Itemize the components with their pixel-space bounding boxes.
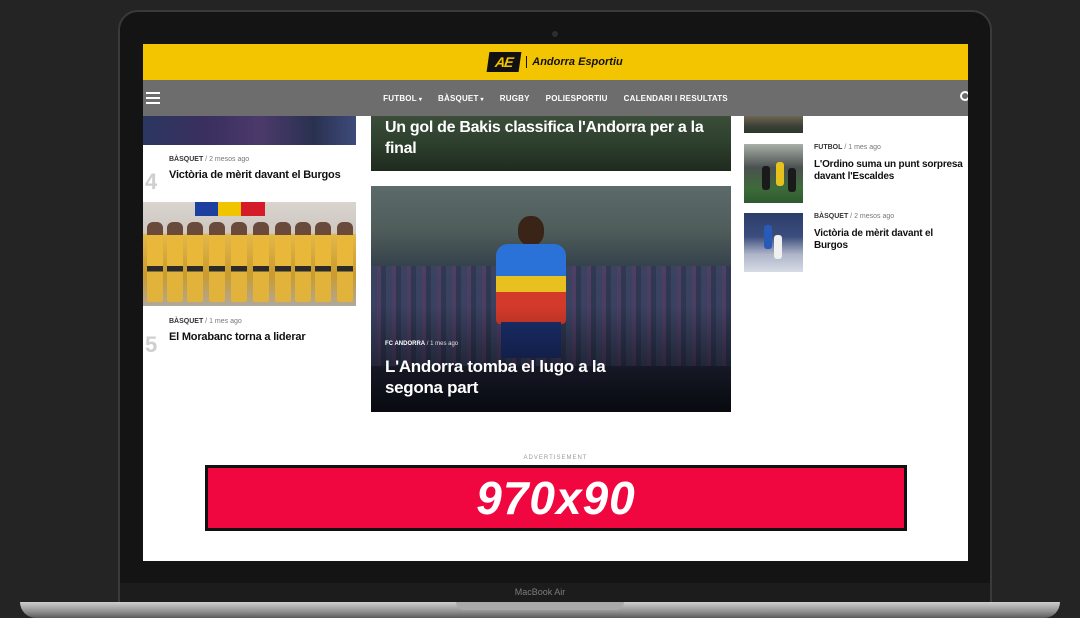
article-category: BÀSQUET: [814, 213, 849, 220]
site-header: AE Andorra Esportiu: [143, 44, 968, 80]
nav-item-poliesportiu[interactable]: POLIESPORTIU: [546, 94, 608, 103]
camera-icon: [552, 31, 558, 37]
article-time: 1 mes ago: [209, 318, 242, 325]
advertisement-label: ADVERTISEMENT: [523, 455, 588, 461]
andorra-flag: [195, 202, 265, 216]
article-meta: BÀSQUET / 1 mes ago: [169, 318, 242, 325]
article-meta: BÀSQUET / 2 mesos ago: [814, 213, 895, 220]
nav-item-rugby[interactable]: RUGBY: [500, 94, 530, 103]
article-category: FC ANDORRA: [385, 341, 426, 347]
featured-article[interactable]: FC ANDORRA / 1 mes ago L'Andorra tomba e…: [371, 186, 731, 412]
nav-item-calendari[interactable]: CALENDARI I RESULTATS: [624, 94, 728, 103]
article-category: BÀSQUET: [169, 318, 204, 325]
chevron-down-icon: ▾: [480, 96, 484, 103]
list-number: 5: [145, 332, 158, 357]
article-thumbnail[interactable]: [744, 213, 803, 272]
article-thumbnail[interactable]: [143, 202, 356, 306]
article-time: 1 mes ago: [848, 144, 881, 151]
search-icon[interactable]: [960, 91, 968, 101]
article-thumbnail[interactable]: [744, 116, 803, 133]
article-time: 2 mesos ago: [854, 213, 895, 220]
browser-screen: AE Andorra Esportiu FUTBOL ▾ BÀSQUET ▾ RUG…: [143, 44, 968, 561]
nav-item-futbol[interactable]: FUTBOL ▾: [383, 94, 422, 103]
article-meta: BÀSQUET / 2 mesos ago: [169, 156, 250, 163]
laptop-notch: [456, 602, 624, 610]
article-time: 1 mes ago: [430, 341, 459, 347]
article-thumbnail[interactable]: [744, 144, 803, 203]
logo-mark: AE: [486, 52, 522, 72]
article-category: BÀSQUET: [169, 156, 204, 163]
article-meta: FUTBOL / 1 mes ago: [814, 144, 881, 151]
advertisement-banner[interactable]: 970x90: [205, 465, 907, 531]
site-logo[interactable]: AE Andorra Esportiu: [486, 52, 623, 72]
article-title[interactable]: L'Ordino suma un punt sorpresa davant l'…: [814, 159, 964, 183]
article-card[interactable]: Un gol de Bakis classifica l'Andorra per…: [371, 116, 731, 171]
ad-size-text: 970x90: [476, 472, 636, 524]
article-title: Un gol de Bakis classifica l'Andorra per…: [385, 119, 704, 157]
article-time: 2 mesos ago: [209, 156, 250, 163]
chevron-down-icon: ▾: [418, 96, 423, 103]
featured-title: L'Andorra tomba el lugo a la segona part: [385, 357, 606, 397]
main-nav: FUTBOL ▾ BÀSQUET ▾ RUGBY POLIESPORTIU CALE…: [143, 80, 968, 116]
nav-item-basquet[interactable]: BÀSQUET ▾: [438, 94, 484, 103]
laptop-mockup: AE Andorra Esportiu FUTBOL ▾ BÀSQUET ▾ RUG…: [0, 0, 1080, 618]
article-meta: FC ANDORRA / 1 mes ago: [385, 341, 459, 347]
list-number: 4: [145, 169, 158, 194]
article-title[interactable]: Victòria de mèrit davant el Burgos: [169, 169, 359, 181]
site-name: Andorra Esportiu: [526, 56, 623, 68]
hamburger-icon[interactable]: [146, 92, 160, 104]
article-category: FUTBOL: [814, 144, 843, 151]
article-thumbnail[interactable]: [143, 116, 356, 145]
article-title[interactable]: Victòria de mèrit davant el Burgos: [814, 228, 968, 252]
article-title[interactable]: El Morabanc torna a liderar: [169, 331, 359, 343]
device-label: MacBook Air: [514, 587, 566, 597]
